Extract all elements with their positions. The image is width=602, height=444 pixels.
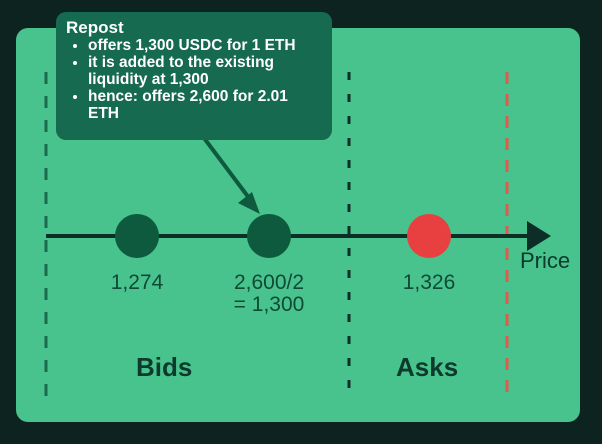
bid-price-label-line1: 2,600/2 [233, 271, 305, 294]
ask-price-label-1326: 1,326 [402, 271, 456, 294]
ask-point-1326 [407, 214, 451, 258]
callout-bullet: offers 1,300 USDC for 1 ETH [88, 37, 322, 54]
price-axis-label: Price [520, 248, 571, 273]
price-axis-arrowhead [527, 221, 551, 251]
callout-bullet-list: offers 1,300 USDC for 1 ETH it is added … [66, 37, 322, 122]
callout-bullet: it is added to the existing liquidity at… [88, 54, 322, 88]
callout-bullet: hence: offers 2,600 for 2.01 ETH [88, 88, 322, 122]
bid-point-1274 [115, 214, 159, 258]
bids-section-label: Bids [136, 352, 193, 382]
callout-title: Repost [66, 18, 124, 37]
bid-price-label-1274: 1,274 [110, 271, 164, 294]
callout-pointer-arrow [202, 136, 254, 204]
bid-point-1300 [247, 214, 291, 258]
callout-pointer-arrowhead [238, 192, 260, 214]
bid-price-label-line2: = 1,300 [233, 293, 305, 316]
repost-callout: Repost offers 1,300 USDC for 1 ETH it is… [56, 12, 332, 140]
asks-section-label: Asks [396, 352, 459, 382]
bid-price-label-1300: 2,600/2 = 1,300 [214, 272, 324, 316]
